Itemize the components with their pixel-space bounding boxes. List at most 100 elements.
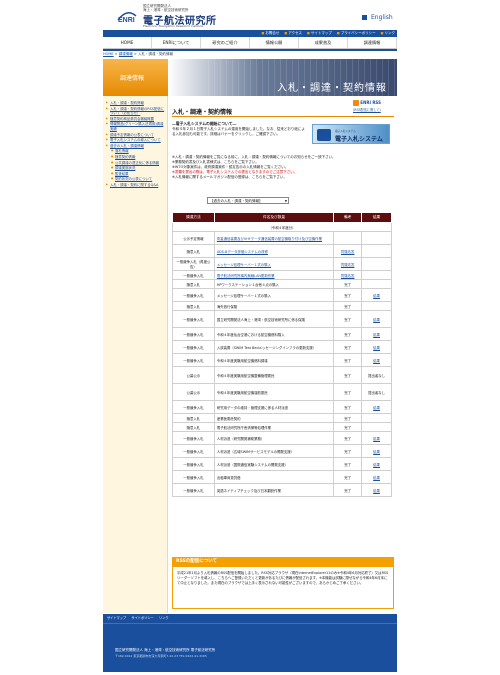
cell-item: 人材派遣（研究開発補助業務） — [213, 431, 335, 445]
sidebar-item[interactable]: 電子入札システムの導入について — [106, 138, 166, 143]
cell-method: 随意入札 — [172, 279, 215, 289]
sidebar-item[interactable]: 入札・調達・契約情報のRSS配信について（お知らせ） — [106, 107, 166, 116]
cell-result[interactable]: 結果 — [361, 400, 392, 414]
sidebar-item[interactable]: 過去の入札・調達情報 — [106, 144, 166, 149]
util-link[interactable]: お問合せ — [262, 30, 279, 37]
cell-item: メッセージ処理サーバー１式の購入 — [213, 288, 335, 302]
nav-disclosure[interactable]: 情報公開 — [250, 37, 299, 48]
cell-result[interactable]: 結果 — [361, 310, 392, 328]
breadcrumb-procurement[interactable]: 調達情報 — [119, 52, 133, 56]
sidebar-item[interactable]: 落札情報 — [106, 149, 166, 154]
cell-item: 令和４年度実験用航空機整備管理委託 — [213, 366, 335, 384]
footer-address: 〒182-0012 東京都調布市深大寺東町7-42-23 TEL:0422-41… — [115, 654, 207, 658]
cell-result[interactable]: 結果 — [361, 431, 392, 445]
cell-result[interactable]: 結果 — [361, 470, 392, 484]
cell-method: 一般競争入札 — [172, 270, 215, 280]
sidebar-item[interactable]: 情報物品(グリーン購入法適用)調達実績 — [106, 122, 166, 131]
cell-note: 完了 — [333, 431, 363, 445]
util-link[interactable]: サイトマップ — [307, 30, 332, 37]
cell-item[interactable]: ADS-Bデータ評価システムの改修 — [213, 244, 335, 258]
org-english-name: Electronic Navigation Research Institute — [143, 24, 204, 28]
util-link[interactable]: リンク — [381, 30, 396, 37]
page-banner: 入札・調達・契約情報 — [168, 59, 397, 96]
footer-link[interactable]: サイトポリシー — [131, 616, 153, 620]
col-method: 調達方法 — [172, 212, 215, 223]
cell-note: 完了 — [333, 366, 363, 384]
sidebar-item[interactable]: 契約状況の公表について — [106, 177, 166, 182]
cell-item: 人材派遣（国際通信実験システムの開発支援） — [213, 457, 335, 471]
page-title: 入札・調達・契約情報 — [172, 109, 233, 116]
table-row: 一般競争入札 出租車両賃貸借 完了 結果 — [172, 470, 392, 484]
footer-link[interactable]: サイトマップ — [107, 616, 126, 620]
cell-result[interactable]: 結果 — [361, 340, 392, 354]
sidebar-item[interactable]: 調達予定情報の公表について — [106, 133, 166, 138]
cell-method: 随意入札 — [172, 413, 215, 423]
cell-note: 完了 — [333, 444, 363, 458]
nav-research[interactable]: 研究のご紹介 — [201, 37, 250, 48]
sidebar-item[interactable]: 入札・調達・契約に関するQ&A — [106, 183, 166, 188]
footer-link[interactable]: リンク — [159, 616, 169, 620]
cell-result — [361, 422, 392, 432]
cell-item: 令和４年度仙台空港における航空機燃料購入 — [213, 327, 335, 341]
english-link[interactable]: English — [362, 14, 393, 21]
rss-link[interactable]: ENRI RSS (RSS配信に関して) — [353, 100, 393, 112]
cell-note: 完了 — [333, 483, 363, 497]
cell-note: 完了 — [333, 327, 363, 341]
cell-note: 完了 — [333, 470, 363, 484]
cell-method: 一般競争入札 — [172, 288, 215, 302]
util-link[interactable]: アクセス — [284, 30, 302, 37]
cell-result[interactable]: 結果 — [361, 457, 392, 471]
header: ENRI 国立研究開発法人 海上・港湾・航空技術研究所 電子航法研究所 Elec… — [0, 0, 500, 30]
cell-item[interactable]: 電子航法研究所構内無線LAN更新作業 — [213, 270, 335, 280]
table-row: 一般競争入札 メッセージ処理サーバー１式の購入 完了 結果 — [172, 288, 392, 302]
e-bidding-banner[interactable]: 電子入札システム 電子入札システム — [312, 124, 390, 144]
breadcrumb-current: 入札・調達・契約情報 — [137, 52, 173, 56]
sidebar-item[interactable]: 入札・調達・契約情報 — [106, 101, 166, 106]
past-info-select[interactable]: 【過去の入札・調達・契約情報】 — [207, 197, 289, 204]
cell-result[interactable]: 結果 — [361, 288, 392, 302]
e-bidding-icon — [317, 129, 331, 141]
svg-text:ENRI: ENRI — [118, 17, 135, 24]
cell-result[interactable]: 結果 — [361, 444, 392, 458]
cell-result[interactable]: 結果 — [361, 353, 392, 367]
cell-item[interactable]: メッセージ処理サーバー１式の購入 — [213, 257, 335, 271]
cell-item[interactable]: 衛星通信装置及びVHFデータ通信装置の航空機取り付け及び空機作業 — [213, 231, 335, 245]
procurement-table: 調達方法 件名及び数量 備考 結果 （令和４年度分） 公示予定情報 衛星通信装置及… — [172, 212, 392, 497]
cell-note: 完了 — [333, 340, 363, 354]
rss-info-link[interactable]: (RSS配信に関して) — [353, 107, 393, 112]
footer: 国立研究開発法人 海上・港湾・航空技術研究所 電子航法研究所 〒182-0012… — [103, 623, 397, 672]
sidebar-item[interactable]: 公共調達の適正化に係る情報 — [106, 161, 166, 166]
nav-home[interactable]: HOME — [103, 37, 152, 48]
cell-item: 国立研究開発法人海上・港湾・航空技術研究所に係る保険 — [213, 310, 335, 328]
util-link[interactable]: プライバシーポリシー — [337, 30, 376, 37]
cell-item: 海外旅行保険 — [213, 301, 335, 311]
sidebar-item[interactable]: 調達実施状況 — [106, 166, 166, 171]
cell-result[interactable]: 結果 — [361, 327, 392, 341]
cell-method: 一般競争入札 — [172, 353, 215, 367]
enri-logo[interactable]: ENRI — [116, 8, 138, 24]
sidebar-item[interactable]: 随意契約情報 — [106, 155, 166, 160]
cell-note: 完了 — [333, 288, 363, 302]
table-row: 一般競争入札 国立研究開発法人海上・港湾・航空技術研究所に係る保険 完了 結果 — [172, 310, 392, 328]
info-notes: ※入札・調達・契約情報をご覧になる前に、入札・調達・契約情報についてのお知らせを… — [172, 155, 394, 180]
nav-results[interactable]: 成果普及 — [299, 37, 348, 48]
cell-note[interactable]: 質疑応答 — [333, 257, 363, 271]
cell-method: 一般競争入札 — [172, 327, 215, 341]
cell-method: 随意入札 — [172, 301, 215, 311]
rss-section-body: 平成21年1月より入札情報のRSS配信を開始しました。RSS対応ブラウザ（現在I… — [172, 567, 394, 609]
nav-procurement[interactable]: 調達情報 — [348, 37, 397, 48]
nav-about[interactable]: ENRIについて — [152, 37, 201, 48]
sidebar-item[interactable]: 随意契約検証委員会審議概要 — [106, 117, 166, 122]
cell-result: 提出者なし — [361, 366, 392, 384]
cell-result — [361, 270, 392, 280]
breadcrumb-home[interactable]: HOME — [103, 52, 114, 56]
cell-note: 完了 — [333, 413, 363, 423]
cell-note: 完了 — [333, 310, 363, 328]
cell-method: 一般競争入札 — [172, 483, 215, 497]
sidebar-item[interactable]: 監査結果 — [106, 172, 166, 177]
cell-note[interactable]: 質疑応答 — [333, 270, 363, 280]
cell-result[interactable]: 結果 — [361, 483, 392, 497]
cell-item: 令和４年度実験用航空機燃料調達 — [213, 353, 335, 367]
cell-note[interactable]: 質疑応答 — [333, 244, 363, 258]
cell-note: 完了 — [333, 400, 363, 414]
